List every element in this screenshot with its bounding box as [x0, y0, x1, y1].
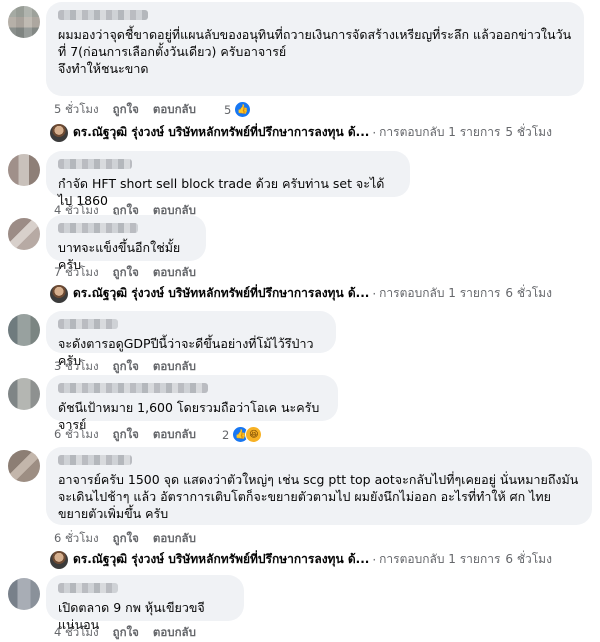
comment-actions: 5 ชั่วโมง ถูกใจ ตอบกลับ: [54, 101, 196, 119]
author-name-blurred[interactable]: [58, 583, 118, 593]
reply-summary[interactable]: ดร.ณัฐวุฒิ รุ่งวงษ์ บริษัทหลักทรัพย์ที่ป…: [50, 550, 552, 569]
reply-count: การตอบกลับ 1 รายการ: [379, 552, 501, 566]
reaction-summary[interactable]: 5 👍: [224, 101, 252, 118]
author-name-blurred[interactable]: [58, 10, 148, 20]
avatar[interactable]: [8, 314, 40, 346]
author-name-blurred[interactable]: [58, 159, 132, 169]
comment-bubble: บาทจะแข็งขึ้นอีกใช่มั้ยครับ: [46, 215, 206, 272]
like-button[interactable]: ถูกใจ: [113, 624, 139, 642]
avatar[interactable]: [8, 450, 40, 482]
like-button[interactable]: ถูกใจ: [113, 264, 139, 282]
author-name-blurred[interactable]: [58, 383, 208, 393]
comment-actions: 4 ชั่วโมง ถูกใจ ตอบกลับ: [54, 624, 196, 642]
comment-bubble: เปิดตลาด 9 กพ หุ้นเขียวขจีแน่นอน: [46, 575, 244, 632]
reply-button[interactable]: ตอบกลับ: [153, 264, 196, 282]
like-button[interactable]: ถูกใจ: [113, 530, 139, 548]
avatar[interactable]: [8, 378, 40, 410]
author-name-blurred[interactable]: [58, 455, 132, 465]
comment-actions: 7 ชั่วโมง ถูกใจ ตอบกลับ: [54, 264, 196, 282]
reaction-count: 2: [222, 427, 230, 442]
avatar[interactable]: [8, 218, 40, 250]
reply-author: ดร.ณัฐวุฒิ รุ่งวงษ์ บริษัทหลักทรัพย์ที่ป…: [73, 552, 370, 566]
reply-button[interactable]: ตอบกลับ: [153, 624, 196, 642]
comment-bubble: ผมมองว่าจุดชี้ขาดอยู่ที่แผนลับของอนุทินท…: [46, 2, 584, 96]
reply-button[interactable]: ตอบกลับ: [153, 101, 196, 119]
like-button[interactable]: ถูกใจ: [113, 426, 139, 444]
comment-bubble: จะดังตารอดูGDPปีนี้ว่าจะดีขึ้นอย่างที่โม…: [46, 311, 336, 368]
reply-author: ดร.ณัฐวุฒิ รุ่งวงษ์ บริษัทหลักทรัพย์ที่ป…: [73, 286, 370, 300]
separator-dot: ·: [372, 286, 377, 301]
timestamp[interactable]: 7 ชั่วโมง: [54, 264, 99, 282]
comment-bubble: อาจารย์ครับ 1500 จุด แสดงว่าตัวใหญ่ๆ เช่…: [46, 447, 592, 525]
reply-summary[interactable]: ดร.ณัฐวุฒิ รุ่งวงษ์ บริษัทหลักทรัพย์ที่ป…: [50, 284, 552, 303]
author-name-blurred[interactable]: [58, 319, 118, 329]
avatar[interactable]: [8, 6, 40, 38]
like-icon: 👍: [234, 101, 252, 118]
separator-dot: ·: [372, 125, 377, 140]
reply-time: 6 ชั่วโมง: [505, 286, 552, 300]
comment-text: ผมมองว่าจุดชี้ขาดอยู่ที่แผนลับของอนุทินท…: [58, 27, 572, 76]
reply-author: ดร.ณัฐวุฒิ รุ่งวงษ์ บริษัทหลักทรัพย์ที่ป…: [73, 125, 370, 139]
reply-time: 5 ชั่วโมง: [505, 125, 552, 139]
reply-count: การตอบกลับ 1 รายการ: [379, 125, 501, 139]
reply-button[interactable]: ตอบกลับ: [153, 530, 196, 548]
author-name-blurred[interactable]: [58, 223, 138, 233]
reaction-count: 5: [224, 102, 232, 117]
timestamp[interactable]: 4 ชั่วโมง: [54, 624, 99, 642]
avatar: [50, 284, 68, 303]
timestamp[interactable]: 5 ชั่วโมง: [54, 101, 99, 119]
avatar: [50, 123, 68, 142]
like-button[interactable]: ถูกใจ: [113, 101, 139, 119]
reaction-summary[interactable]: 2 👍 😆: [222, 426, 263, 443]
reply-count: การตอบกลับ 1 รายการ: [379, 286, 501, 300]
separator-dot: ·: [372, 552, 377, 567]
reply-time: 6 ชั่วโมง: [505, 552, 552, 566]
timestamp[interactable]: 3 ชั่วโมง: [54, 358, 99, 376]
reply-button[interactable]: ตอบกลับ: [153, 426, 196, 444]
comment-text: อาจารย์ครับ 1500 จุด แสดงว่าตัวใหญ่ๆ เช่…: [58, 472, 579, 521]
like-button[interactable]: ถูกใจ: [113, 358, 139, 376]
haha-icon: 😆: [245, 426, 263, 443]
timestamp[interactable]: 6 ชั่วโมง: [54, 530, 99, 548]
comment-actions: 6 ชั่วโมง ถูกใจ ตอบกลับ: [54, 530, 196, 548]
reply-summary[interactable]: ดร.ณัฐวุฒิ รุ่งวงษ์ บริษัทหลักทรัพย์ที่ป…: [50, 123, 552, 142]
avatar[interactable]: [8, 154, 40, 186]
comment-actions: 6 ชั่วโมง ถูกใจ ตอบกลับ: [54, 426, 196, 444]
comment-actions: 3 ชั่วโมง ถูกใจ ตอบกลับ: [54, 358, 196, 376]
timestamp[interactable]: 6 ชั่วโมง: [54, 426, 99, 444]
avatar: [50, 550, 68, 569]
comment-bubble: กำจัด HFT short sell block trade ด้วย คร…: [46, 151, 410, 208]
avatar[interactable]: [8, 578, 40, 610]
reply-button[interactable]: ตอบกลับ: [153, 358, 196, 376]
comment-bubble: ดัชนีเป้าหมาย 1,600 โดยรวมถือว่าโอเค นะค…: [46, 375, 338, 432]
